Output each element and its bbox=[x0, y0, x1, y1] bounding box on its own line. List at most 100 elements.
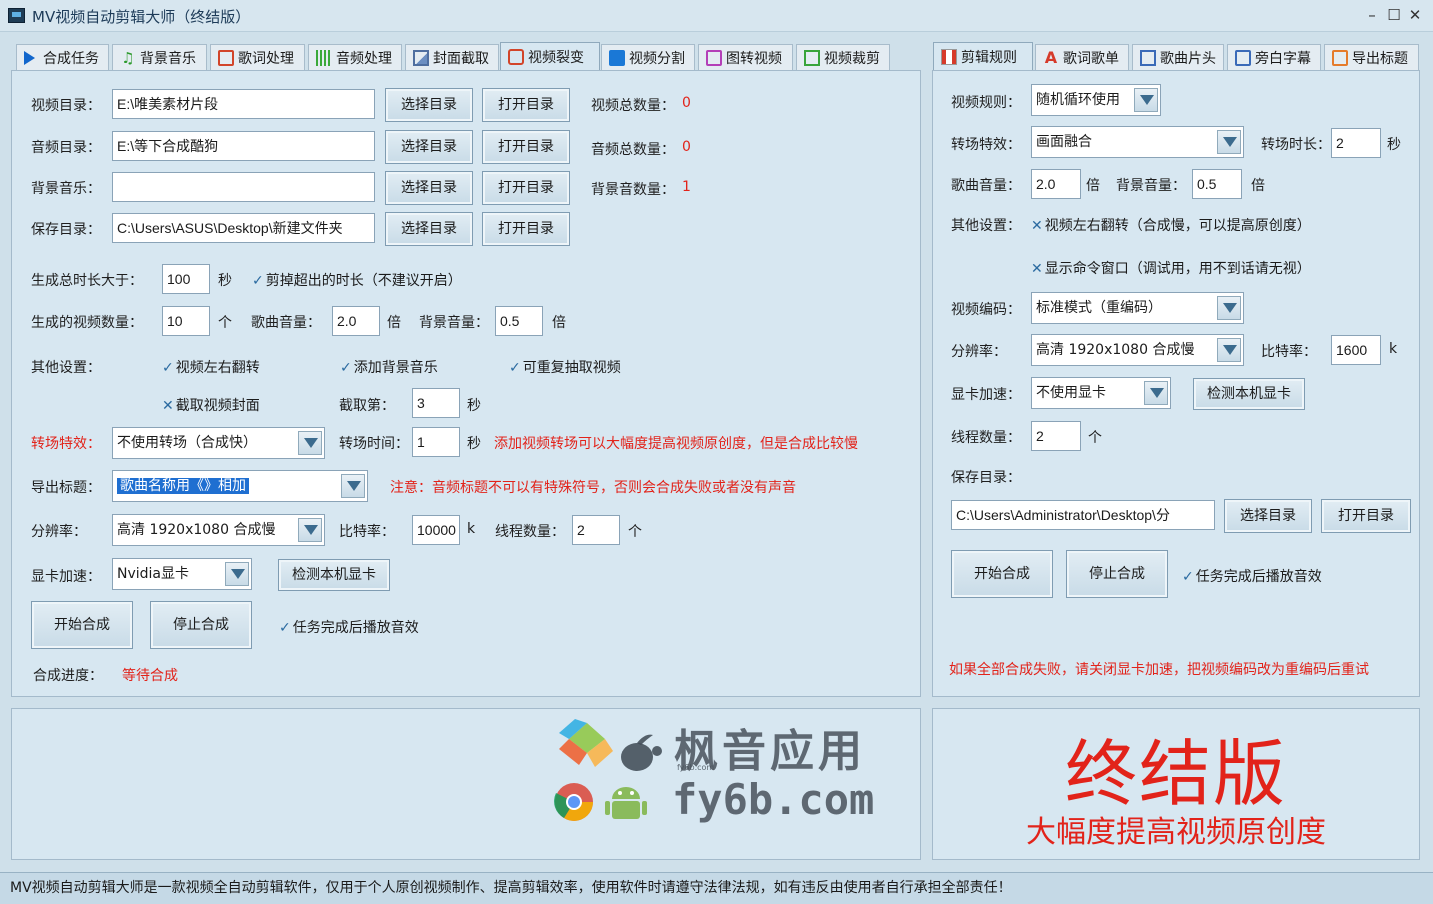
windows-logo-icon bbox=[557, 719, 617, 777]
threads-input[interactable]: 2 bbox=[1031, 421, 1081, 451]
export-icon bbox=[1332, 49, 1348, 66]
audio-total-label: 音频总数量： bbox=[591, 142, 675, 158]
tab-image-to-video[interactable]: 图转视频 bbox=[698, 44, 793, 70]
capture-input[interactable]: 3 bbox=[412, 388, 460, 418]
flip-checkbox[interactable]: ✓ 视频左右翻转 bbox=[162, 357, 260, 377]
save-dir-input[interactable]: C:\Users\ASUS\Desktop\新建文件夹 bbox=[112, 213, 375, 243]
right-panel: 视频规则： 随机循环使用 转场特效： 画面融合 转场时长： 2 秒 歌曲音量： … bbox=[932, 70, 1420, 697]
failure-warning: 如果全部合成失败，请关闭显卡加速，把视频编码改为重编码后重试 bbox=[949, 662, 1369, 678]
audio-dir-open-button[interactable]: 打开目录 bbox=[482, 130, 570, 164]
tab-lyrics-playlist[interactable]: A 歌词歌单 bbox=[1035, 44, 1129, 70]
gpu-label: 显卡加速： bbox=[31, 569, 101, 585]
capture-unit: 秒 bbox=[467, 398, 481, 414]
save-dir-input[interactable]: C:\Users\Administrator\Desktop\分 bbox=[951, 500, 1215, 530]
dropdown-arrow-icon bbox=[298, 431, 322, 455]
rule-select[interactable]: 随机循环使用 bbox=[1031, 84, 1161, 116]
tab-video-split[interactable]: 视频分割 bbox=[601, 44, 695, 70]
audio-dir-input[interactable]: E:\等下合成酷狗 bbox=[112, 131, 375, 161]
audio-total-value: 0 bbox=[682, 139, 691, 155]
edition-banner: 终结版 大幅度提高视频原创度 bbox=[932, 708, 1420, 860]
song-volume-input[interactable]: 2.0 bbox=[332, 306, 380, 336]
bgm-dir-choose-button[interactable]: 选择目录 bbox=[385, 171, 473, 205]
bitrate-input[interactable]: 1600 bbox=[1331, 335, 1381, 365]
font-a-icon: A bbox=[1044, 47, 1058, 67]
image-icon bbox=[413, 49, 429, 66]
video-dir-input[interactable]: E:\唯美素材片段 bbox=[112, 89, 375, 119]
audio-dir-choose-button[interactable]: 选择目录 bbox=[385, 130, 473, 164]
threads-input[interactable]: 2 bbox=[572, 515, 620, 545]
repeat-checkbox[interactable]: ✓ 可重复抽取视频 bbox=[509, 357, 621, 377]
resolution-label: 分辨率： bbox=[951, 344, 1007, 360]
transition-time-input[interactable]: 1 bbox=[412, 427, 460, 457]
close-icon[interactable]: ✕ bbox=[1404, 4, 1426, 26]
export-title-select[interactable]: 歌曲名称用《》相加 bbox=[112, 470, 368, 502]
video-dir-label: 视频目录： bbox=[31, 98, 101, 114]
transition-note: 添加视频转场可以大幅度提高视频原创度，但是合成比较慢 bbox=[494, 436, 858, 452]
gpu-select[interactable]: 不使用显卡 bbox=[1031, 377, 1171, 409]
count-input[interactable]: 10 bbox=[162, 306, 210, 336]
bgm-dir-input[interactable] bbox=[112, 172, 375, 202]
flip-checkbox[interactable]: ✕ 视频左右翻转（合成慢，可以提高原创度） bbox=[1031, 215, 1311, 235]
save-dir-open-button[interactable]: 打开目录 bbox=[1321, 499, 1411, 533]
tab-bgm[interactable]: ♫ 背景音乐 bbox=[112, 44, 207, 70]
save-dir-choose-button[interactable]: 选择目录 bbox=[1224, 499, 1312, 533]
tab-export-title[interactable]: 导出标题 bbox=[1324, 44, 1419, 70]
minimize-icon[interactable]: – bbox=[1361, 4, 1383, 26]
cover-checkbox[interactable]: ✕ 截取视频封面 bbox=[162, 395, 260, 415]
bg-volume-input[interactable]: 0.5 bbox=[495, 306, 543, 336]
maximize-icon[interactable]: ☐ bbox=[1383, 4, 1405, 26]
tab-label: 歌词处理 bbox=[238, 50, 294, 67]
transition-label: 转场特效： bbox=[31, 436, 101, 452]
bitrate-unit: k bbox=[467, 521, 476, 537]
song-volume-input[interactable]: 2.0 bbox=[1031, 169, 1081, 199]
video-dir-open-button[interactable]: 打开目录 bbox=[482, 88, 570, 122]
tab-compose[interactable]: 合成任务 bbox=[16, 44, 109, 70]
resolution-select[interactable]: 高清 1920x1080 合成慢 bbox=[112, 514, 325, 546]
transition-select[interactable]: 不使用转场（合成快） bbox=[112, 427, 325, 459]
encode-select[interactable]: 标准模式（重编码） bbox=[1031, 292, 1244, 324]
video-dir-choose-button[interactable]: 选择目录 bbox=[385, 88, 473, 122]
dropdown-arrow-icon bbox=[225, 562, 249, 586]
tab-audio[interactable]: 音频处理 bbox=[308, 44, 402, 70]
transition-length-input[interactable]: 2 bbox=[1331, 128, 1381, 158]
transition-select[interactable]: 画面融合 bbox=[1031, 126, 1244, 158]
save-dir-choose-button[interactable]: 选择目录 bbox=[385, 212, 473, 246]
save-dir-open-button[interactable]: 打开目录 bbox=[482, 212, 570, 246]
duration-input[interactable]: 100 bbox=[162, 264, 210, 294]
play-sound-checkbox[interactable]: ✓ 任务完成后播放音效 bbox=[279, 617, 419, 637]
trim-checkbox[interactable]: ✓ 剪掉超出的时长（不建议开启） bbox=[252, 270, 462, 290]
bitrate-label: 比特率： bbox=[339, 524, 395, 540]
cmd-window-checkbox[interactable]: ✕ 显示命令窗口（调试用，用不到话请无视） bbox=[1031, 258, 1311, 278]
gpu-value: Nvidia显卡 bbox=[117, 566, 190, 582]
dropdown-arrow-icon bbox=[1144, 381, 1168, 405]
bitrate-input[interactable]: 10000 bbox=[412, 515, 460, 545]
bitrate-unit: k bbox=[1389, 341, 1398, 357]
start-compose-button[interactable]: 开始合成 bbox=[31, 601, 133, 649]
tab-song-intro[interactable]: 歌曲片头 bbox=[1132, 44, 1224, 70]
export-title-value: 歌曲名称用《》相加 bbox=[117, 478, 249, 494]
save-dir-label: 保存目录： bbox=[951, 470, 1021, 486]
play-sound-checkbox[interactable]: ✓ 任务完成后播放音效 bbox=[1182, 566, 1322, 586]
start-compose-button[interactable]: 开始合成 bbox=[951, 550, 1053, 598]
stop-compose-button[interactable]: 停止合成 bbox=[150, 601, 252, 649]
detect-gpu-button[interactable]: 检测本机显卡 bbox=[278, 559, 390, 591]
threads-unit: 个 bbox=[1088, 430, 1102, 446]
tab-label: 导出标题 bbox=[1352, 50, 1408, 67]
capture-label: 截取第： bbox=[339, 398, 395, 414]
trim-checkbox-label: 剪掉超出的时长（不建议开启） bbox=[265, 273, 462, 289]
threads-unit: 个 bbox=[628, 524, 642, 540]
tab-cover[interactable]: 封面截取 bbox=[405, 44, 499, 70]
gpu-select[interactable]: Nvidia显卡 bbox=[112, 558, 252, 590]
tab-lyrics[interactable]: 歌词处理 bbox=[210, 44, 305, 70]
add-bgm-checkbox[interactable]: ✓ 添加背景音乐 bbox=[340, 357, 438, 377]
resolution-select[interactable]: 高清 1920x1080 合成慢 bbox=[1031, 334, 1244, 366]
export-note: 注意：音频标题不可以有特殊符号，否则会合成失败或者没有声音 bbox=[390, 480, 796, 496]
tab-narration-subtitles[interactable]: 旁白字幕 bbox=[1227, 44, 1321, 70]
detect-gpu-button[interactable]: 检测本机显卡 bbox=[1193, 378, 1305, 410]
stop-compose-button[interactable]: 停止合成 bbox=[1066, 550, 1168, 598]
bg-volume-input[interactable]: 0.5 bbox=[1192, 169, 1242, 199]
tab-edit-rules[interactable]: 剪辑规则 bbox=[933, 42, 1033, 70]
tab-video-fission[interactable]: 视频裂变 bbox=[500, 42, 600, 70]
tab-video-crop[interactable]: 视频裁剪 bbox=[796, 44, 890, 70]
bgm-dir-open-button[interactable]: 打开目录 bbox=[482, 171, 570, 205]
